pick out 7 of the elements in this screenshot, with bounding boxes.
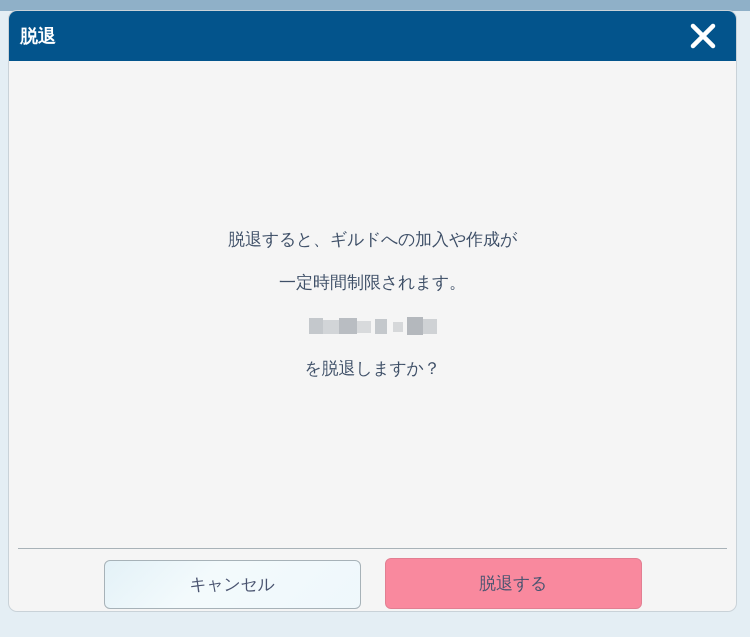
message-text: 一定時間制限されます。 xyxy=(279,272,466,294)
message-text: を脱退しますか？ xyxy=(304,358,440,380)
blurred-name-icon xyxy=(308,316,436,336)
cancel-button[interactable]: キャンセル xyxy=(104,560,360,609)
message-text: 脱退すると、ギルドへの加入や作成が xyxy=(228,228,517,252)
dialog-title: 脱退 xyxy=(20,25,56,48)
close-icon[interactable] xyxy=(689,22,717,50)
